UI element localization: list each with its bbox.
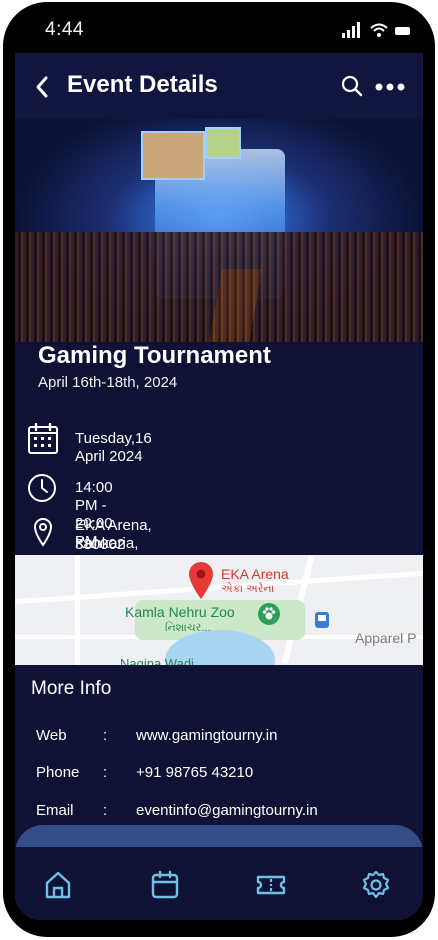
transit-icon [315, 612, 329, 628]
back-arrow-icon[interactable] [35, 75, 49, 99]
app-screen: Event Details Gaming Tournament April 16… [15, 53, 423, 920]
wifi-icon [370, 23, 388, 37]
page-title: Event Details [67, 71, 218, 98]
email-link[interactable]: eventinfo@gamingtourny.in [136, 802, 318, 819]
calendar-icon[interactable] [150, 870, 180, 900]
map-poi-sublabel: નિશાચર... [165, 622, 211, 634]
more-options-icon[interactable] [375, 83, 405, 91]
home-icon[interactable] [43, 870, 73, 900]
search-icon[interactable] [341, 75, 363, 97]
ticket-icon[interactable] [255, 870, 287, 900]
location-pin-icon [33, 518, 53, 547]
map-poi-label: Kamla Nehru Zoo [125, 604, 235, 620]
clock-icon [28, 474, 56, 502]
info-separator: : [103, 802, 108, 819]
calendar-icon [28, 423, 58, 454]
zoo-paw-icon [258, 603, 280, 625]
info-label: Phone [36, 764, 80, 781]
event-title: Gaming Tournament [38, 342, 271, 369]
top-app-bar: Event Details [15, 53, 423, 119]
event-hero-image [15, 119, 423, 342]
map-side-label: Apparel P [355, 630, 417, 646]
status-bar: 4:44 [3, 2, 435, 53]
event-date-range: April 16th-18th, 2024 [38, 374, 178, 391]
event-date-text: Tuesday,16 April 2024 [75, 430, 152, 465]
info-label: Email [36, 802, 74, 819]
phone-link[interactable]: +91 98765 43210 [136, 764, 253, 781]
map-bottom-label: Nagina Wadi [120, 656, 194, 665]
map-pin-icon[interactable] [187, 561, 215, 601]
cellular-signal-icon [342, 22, 360, 38]
settings-icon[interactable] [361, 870, 391, 900]
battery-icon [395, 27, 410, 35]
status-time: 4:44 [45, 19, 84, 40]
web-link[interactable]: www.gamingtourny.in [136, 727, 277, 744]
info-separator: : [103, 727, 108, 744]
more-info-heading: More Info [31, 678, 112, 699]
info-separator: : [103, 764, 108, 781]
location-map[interactable]: EKA Arena એકા અરેના Kamla Nehru Zoo નિશા… [15, 555, 423, 665]
info-label: Web [36, 727, 67, 744]
map-pin-label: EKA Arena [221, 566, 289, 582]
bottom-nav [15, 825, 423, 920]
map-pin-sublabel: એકા અરેના [221, 583, 275, 595]
event-location-line2: 380002 [75, 536, 126, 553]
